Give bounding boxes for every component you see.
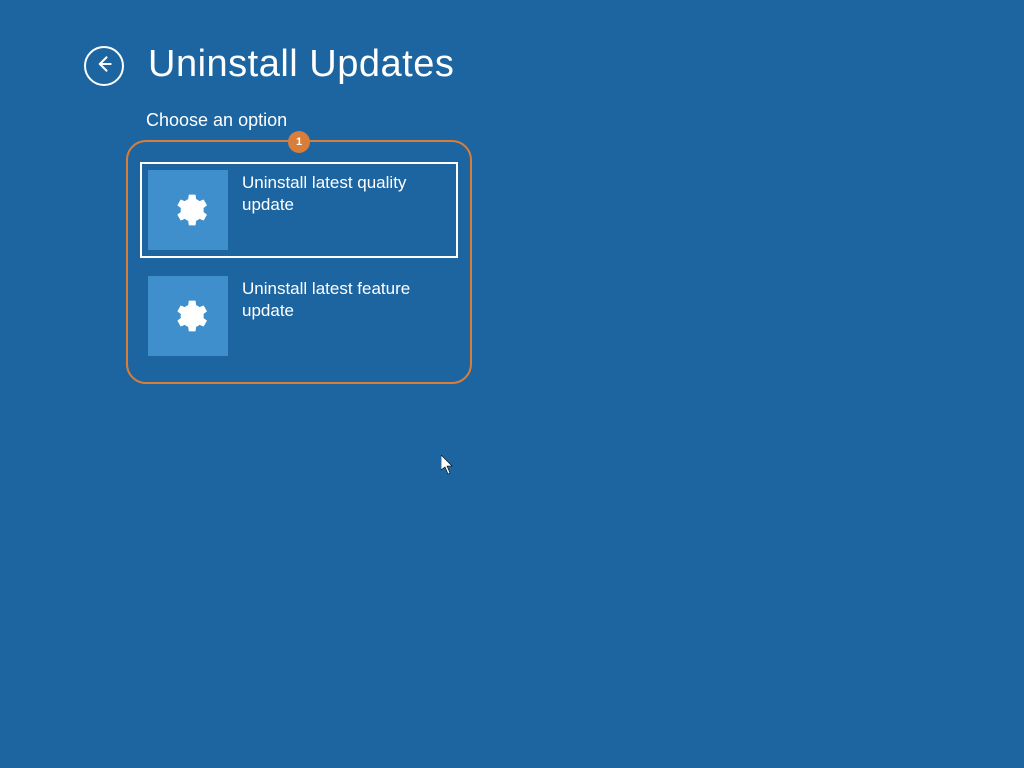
page-title: Uninstall Updates <box>148 43 454 86</box>
gear-icon <box>148 170 228 250</box>
back-button[interactable] <box>84 46 124 86</box>
page-subtitle: Choose an option <box>146 110 1024 131</box>
option-quality-update[interactable]: Uninstall latest quality update <box>140 162 458 258</box>
annotation-badge: 1 <box>288 131 310 153</box>
gear-icon <box>148 276 228 356</box>
option-feature-update[interactable]: Uninstall latest feature update <box>140 268 458 364</box>
mouse-cursor-icon <box>441 455 455 475</box>
option-label: Uninstall latest quality update <box>242 170 432 216</box>
options-highlight-box: 1 Uninstall latest quality update Uninst… <box>126 140 472 384</box>
back-arrow-icon <box>94 54 114 79</box>
option-label: Uninstall latest feature update <box>242 276 432 322</box>
